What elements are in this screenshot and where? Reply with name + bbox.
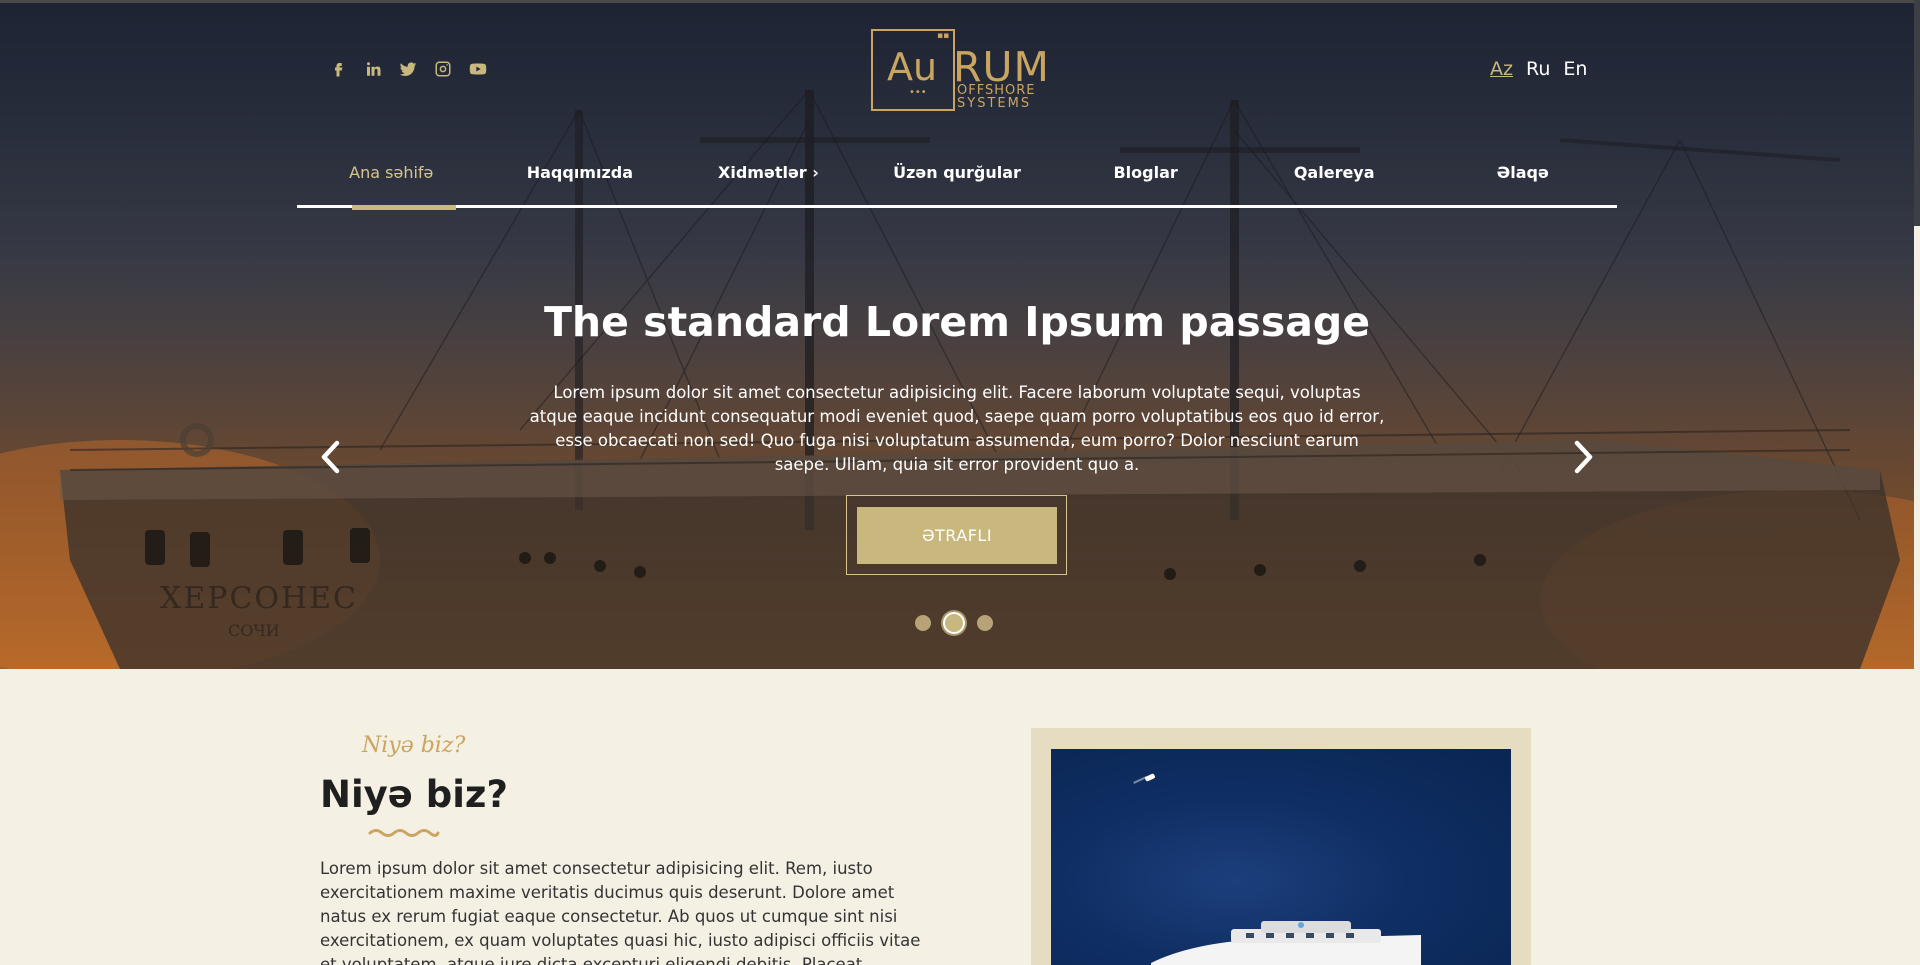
- youtube-icon[interactable]: [467, 58, 488, 80]
- slider-dot-2[interactable]: [943, 612, 965, 634]
- linkedin-icon[interactable]: [362, 58, 383, 80]
- nav-floating-units[interactable]: Üzən qurğular: [863, 160, 1052, 205]
- facebook-icon[interactable]: [327, 58, 348, 80]
- logo-au: Au: [887, 45, 938, 89]
- logo-pips: ▪▪: [937, 31, 950, 41]
- more-button[interactable]: ƏTRAFLI: [857, 507, 1057, 564]
- why-title: Niyə biz?: [320, 773, 508, 816]
- language-switcher: Az Ru En: [1490, 58, 1587, 80]
- scrollbar[interactable]: [1914, 0, 1920, 226]
- why-description: Lorem ipsum dolor sit amet consectetur a…: [320, 859, 921, 965]
- instagram-icon[interactable]: [432, 58, 453, 80]
- cruise-ship-image: [1051, 749, 1511, 965]
- nav-blogs[interactable]: Bloglar: [1051, 160, 1240, 205]
- main-nav: Ana səhifə Haqqımızda Xidmətlər › Üzən q…: [297, 160, 1617, 210]
- squiggle-divider-icon: [368, 829, 440, 837]
- twitter-icon[interactable]: [397, 58, 418, 80]
- slider-next-arrow-icon[interactable]: [1568, 437, 1598, 477]
- nav-home[interactable]: Ana səhifə: [297, 160, 486, 210]
- hero-description: Lorem ipsum dolor sit amet consectetur a…: [529, 383, 1385, 474]
- hero-title: The standard Lorem Ipsum passage: [543, 298, 1371, 346]
- lang-en[interactable]: En: [1563, 58, 1587, 80]
- lang-ru[interactable]: Ru: [1526, 58, 1550, 80]
- nav-gallery[interactable]: Qalereya: [1240, 160, 1429, 205]
- social-links: [327, 58, 488, 80]
- slider-prev-arrow-icon[interactable]: [316, 437, 346, 477]
- svg-text:ХЕРСОНЕС: ХЕРСОНЕС: [160, 581, 358, 616]
- nav-about[interactable]: Haqqımızda: [486, 160, 675, 205]
- lang-az[interactable]: Az: [1490, 58, 1513, 80]
- slider-dot-1[interactable]: [915, 615, 931, 631]
- slider-dots: [915, 612, 993, 634]
- hero-slider: ХЕРСОНЕС СОЧИ ▪▪ Au ••• RUM OFFSHORE SYS…: [0, 0, 1914, 669]
- cruise-ship-icon: [1151, 921, 1421, 965]
- svg-text:СОЧИ: СОЧИ: [228, 621, 280, 640]
- small-boat: [1144, 773, 1156, 782]
- nav-services[interactable]: Xidmətlər ›: [674, 160, 863, 205]
- browser-top-line: [0, 0, 1914, 3]
- why-script-heading: Niyə biz?: [362, 733, 466, 758]
- nav-contact[interactable]: Əlaqə: [1428, 160, 1617, 205]
- logo-systems: SYSTEMS: [957, 96, 1032, 111]
- slider-dot-3[interactable]: [977, 615, 993, 631]
- aurum-logo[interactable]: ▪▪ Au ••• RUM OFFSHORE SYSTEMS: [871, 29, 1049, 112]
- logo-dots: •••: [909, 87, 927, 98]
